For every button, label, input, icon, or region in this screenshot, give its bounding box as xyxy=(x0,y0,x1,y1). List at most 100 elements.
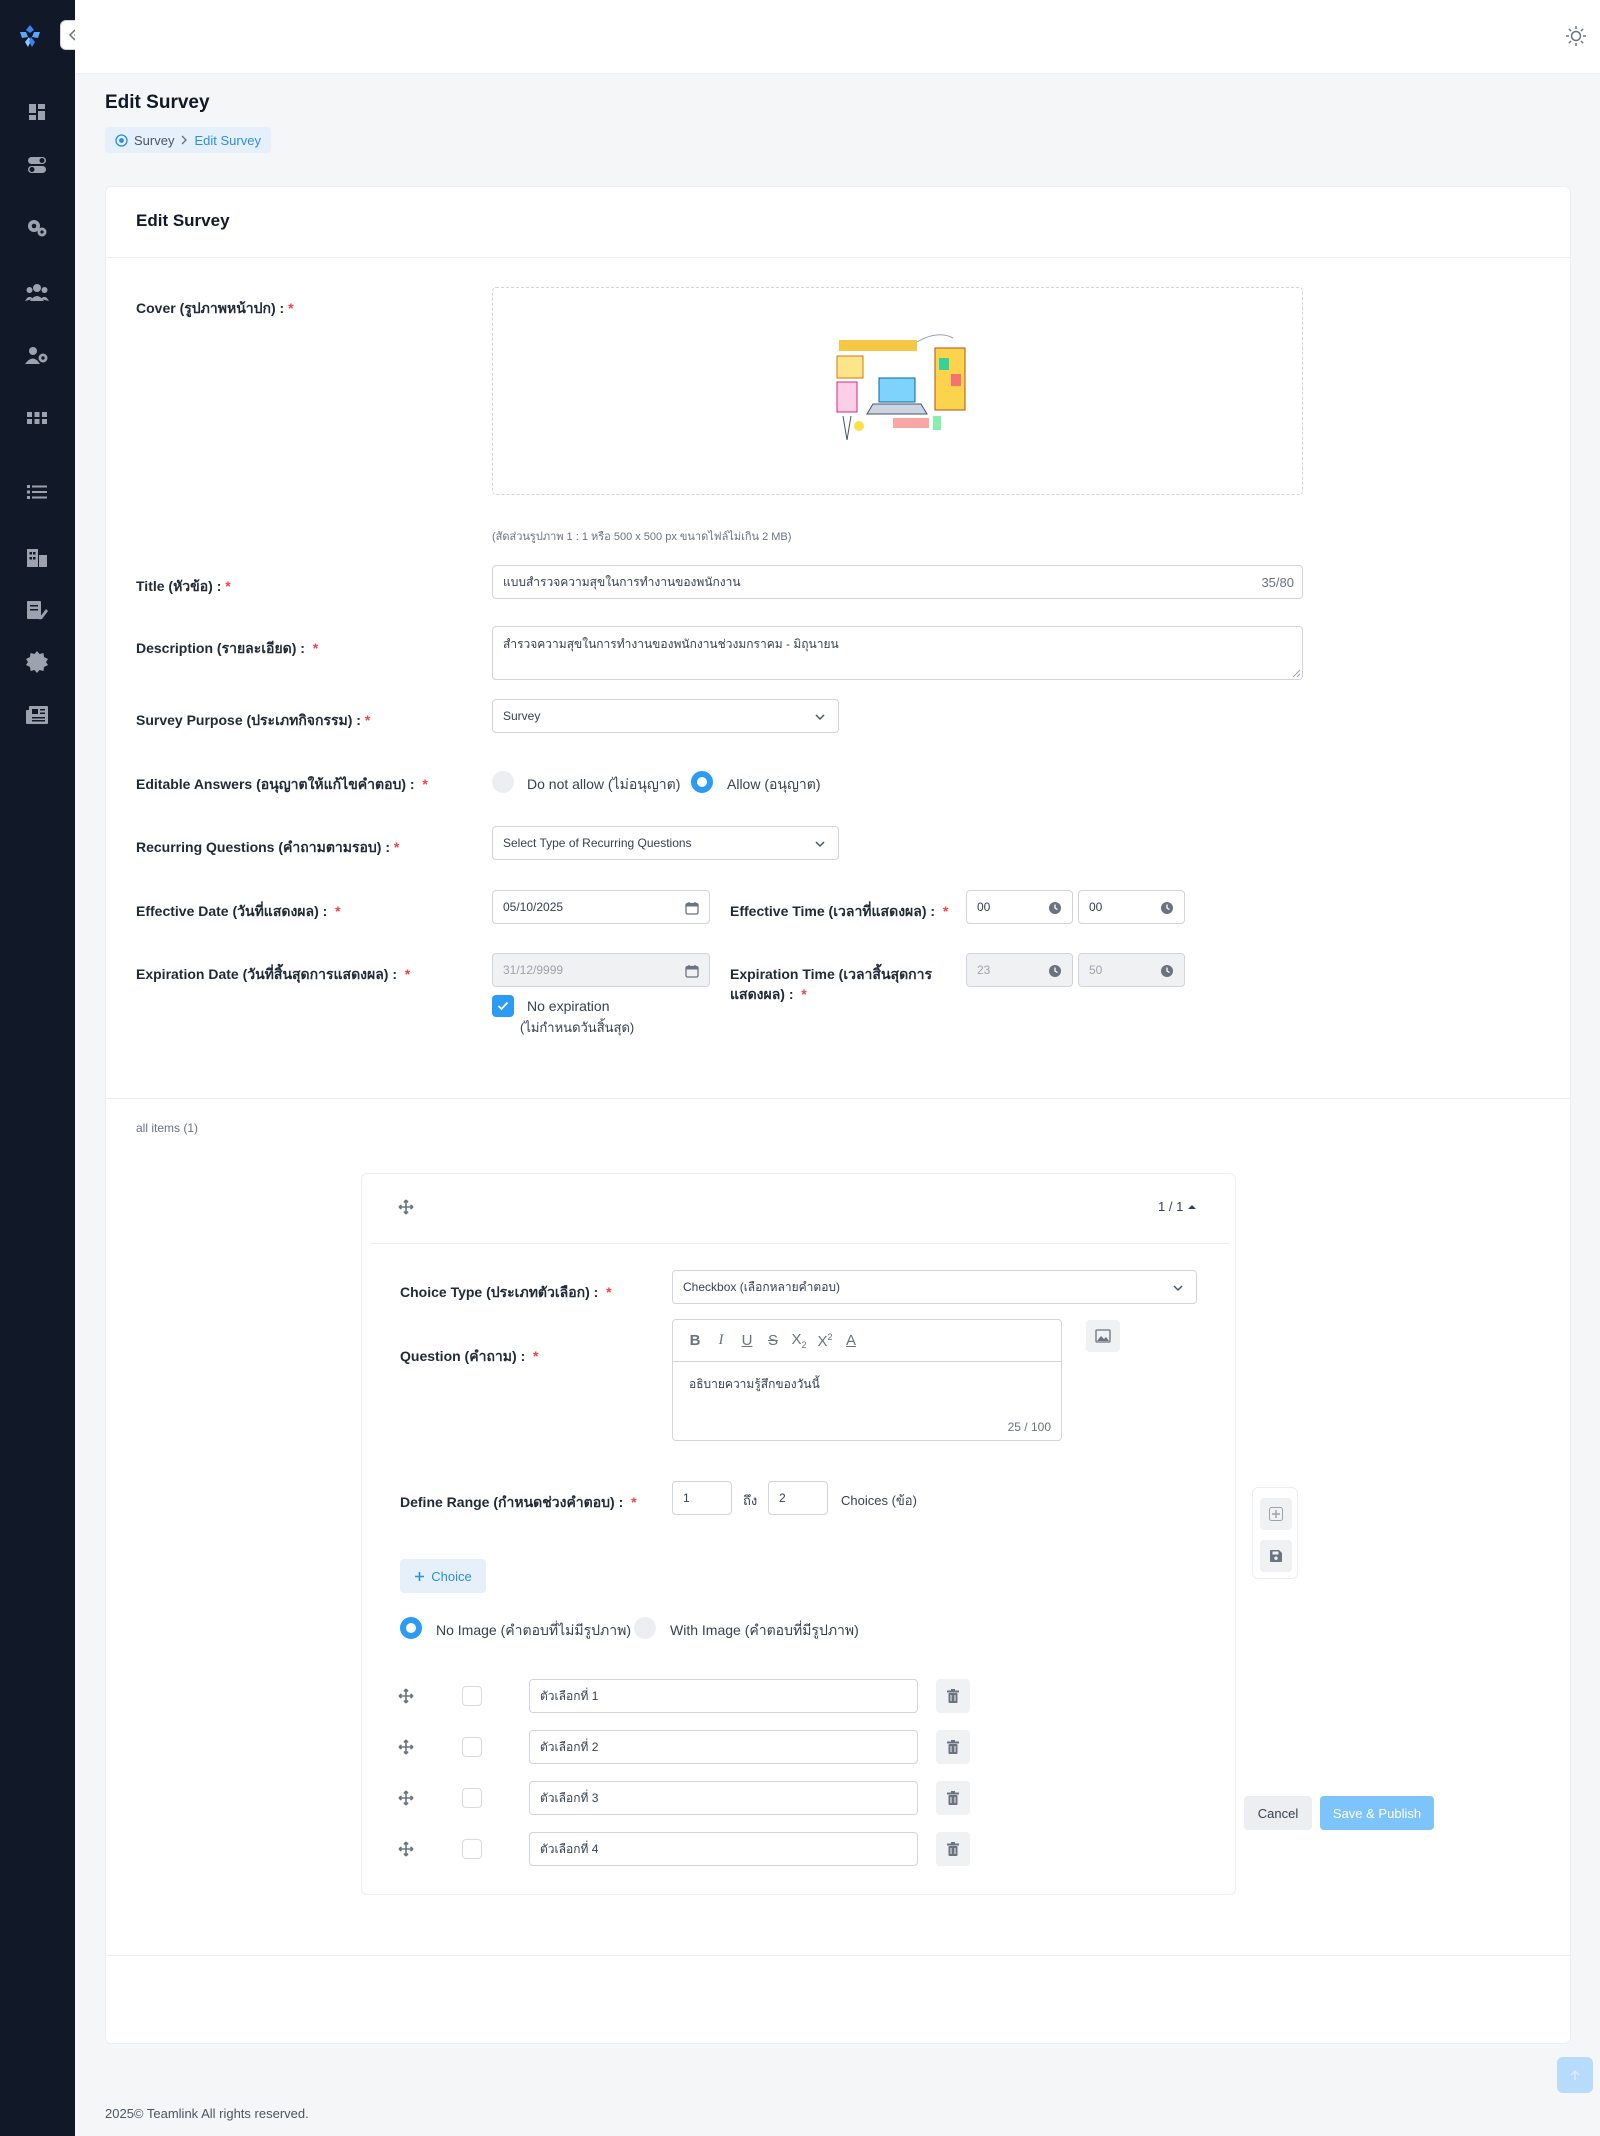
choice-checkbox[interactable] xyxy=(462,1788,482,1808)
effective-time-label: Effective Time (เวลาที่แสดงผล) : * xyxy=(730,903,949,919)
add-question-button[interactable] xyxy=(1260,1498,1292,1530)
title-input[interactable]: แบบสำรวจความสุขในการทำงานของพนักงาน 35/8… xyxy=(492,565,1303,599)
settings-icon[interactable] xyxy=(25,216,49,240)
choice-input[interactable]: ตัวเลือกที่ 2 xyxy=(529,1730,918,1764)
list-icon[interactable] xyxy=(25,480,49,504)
page-title: Edit Survey xyxy=(105,92,210,113)
question-card: 1 / 1 Choice Type (ประเภทตัวเลือก) : * C… xyxy=(361,1173,1236,1895)
cover-label: Cover (รูปภาพหน้าปก) : * xyxy=(136,300,294,316)
choice-type-select[interactable]: Checkbox (เลือกหลายคำตอบ) xyxy=(672,1270,1197,1304)
drag-handle-icon[interactable] xyxy=(398,1199,414,1215)
insert-image-button[interactable] xyxy=(1086,1320,1120,1352)
choice-drag-handle-icon[interactable] xyxy=(398,1739,414,1755)
underline-icon[interactable]: U xyxy=(739,1332,755,1349)
card-header: Edit Survey xyxy=(106,187,1570,258)
choice-drag-handle-icon[interactable] xyxy=(398,1841,414,1857)
radio-no-image[interactable] xyxy=(400,1617,422,1639)
radio-no-image-label[interactable]: No Image (คำตอบที่ไม่มีรูปภาพ) xyxy=(436,1620,631,1642)
badge-icon[interactable] xyxy=(25,650,49,674)
effective-date-label: Effective Date (วันที่แสดงผล) : * xyxy=(136,903,341,919)
save-publish-button[interactable]: Save & Publish xyxy=(1320,1796,1434,1830)
purpose-select[interactable]: Survey xyxy=(492,699,839,733)
choice-input[interactable]: ตัวเลือกที่ 4 xyxy=(529,1832,918,1866)
radio-with-image-label[interactable]: With Image (คำตอบที่มีรูปภาพ) xyxy=(670,1620,859,1642)
image-icon xyxy=(1095,1329,1111,1343)
italic-icon[interactable]: I xyxy=(713,1332,729,1349)
editable-answers-label: Editable Answers (อนุญาตให้แก้ไขคำตอบ) :… xyxy=(136,776,428,792)
question-pager: 1 / 1 xyxy=(1158,1199,1197,1214)
calendar-icon[interactable] xyxy=(685,901,699,915)
question-text: อธิบายความรู้สึกของวันนี้ xyxy=(689,1377,820,1391)
plus-icon xyxy=(415,1571,425,1581)
choice-type-label: Choice Type (ประเภทตัวเลือก) : * xyxy=(400,1284,612,1300)
chevron-up-icon[interactable] xyxy=(1187,1203,1197,1211)
save-question-button[interactable] xyxy=(1260,1540,1292,1572)
scroll-to-top-button[interactable] xyxy=(1557,2057,1593,2093)
save-icon xyxy=(1270,1550,1282,1562)
choice-input-value: ตัวเลือกที่ 2 xyxy=(540,1739,599,1754)
choice-input-value: ตัวเลือกที่ 4 xyxy=(540,1841,599,1856)
choice-drag-handle-icon[interactable] xyxy=(398,1688,414,1704)
app-logo-icon[interactable] xyxy=(16,22,44,50)
radio-allow-label[interactable]: Allow (อนุญาต) xyxy=(727,774,821,796)
choice-drag-handle-icon[interactable] xyxy=(398,1790,414,1806)
description-label: Description (รายละเอียด) : * xyxy=(136,640,319,656)
question-counter: 25 / 100 xyxy=(1007,1420,1051,1434)
choice-checkbox[interactable] xyxy=(462,1839,482,1859)
choice-input[interactable]: ตัวเลือกที่ 1 xyxy=(529,1679,918,1713)
sun-icon[interactable] xyxy=(1565,25,1587,47)
users-icon[interactable] xyxy=(25,280,49,304)
user-group-settings-icon[interactable] xyxy=(25,343,49,367)
delete-choice-button[interactable] xyxy=(936,1730,970,1764)
superscript-icon[interactable]: X2 xyxy=(817,1332,833,1350)
radio-with-image[interactable] xyxy=(634,1617,656,1639)
radio-do-not-allow-label[interactable]: Do not allow (ไม่อนุญาต) xyxy=(527,774,680,796)
trash-icon xyxy=(947,1740,959,1754)
question-pager-text: 1 / 1 xyxy=(1158,1199,1184,1214)
choice-checkbox[interactable] xyxy=(462,1737,482,1757)
chevron-down-icon xyxy=(815,841,825,848)
delete-choice-button[interactable] xyxy=(936,1781,970,1815)
recurring-select[interactable]: Select Type of Recurring Questions xyxy=(492,826,839,860)
delete-choice-button[interactable] xyxy=(936,1832,970,1866)
description-textarea[interactable]: สำรวจความสุขในการทำงานของพนักงานช่วงมกรา… xyxy=(492,626,1303,680)
document-edit-icon[interactable] xyxy=(25,598,49,622)
resize-handle-icon[interactable] xyxy=(1292,669,1300,677)
dashboard-icon[interactable] xyxy=(25,100,49,124)
subscript-icon[interactable]: X2 xyxy=(791,1331,807,1350)
target-icon xyxy=(115,133,128,147)
expiration-time-minute-value: 50 xyxy=(1089,963,1103,977)
question-editor[interactable]: B I U S X2 X2 A อธิบายความรู้สึกของวันนี… xyxy=(672,1319,1062,1441)
effective-time-minute[interactable]: 00 xyxy=(1078,890,1185,924)
effective-time-hour[interactable]: 00 xyxy=(966,890,1073,924)
cancel-button[interactable]: Cancel xyxy=(1244,1796,1312,1830)
choice-input[interactable]: ตัวเลือกที่ 3 xyxy=(529,1781,918,1815)
range-from-input[interactable]: 1 xyxy=(672,1481,732,1515)
delete-choice-button[interactable] xyxy=(936,1679,970,1713)
apps-grid-icon[interactable] xyxy=(25,406,49,430)
add-choice-button[interactable]: Choice xyxy=(400,1559,486,1593)
recurring-select-placeholder: Select Type of Recurring Questions xyxy=(503,836,692,850)
building-icon[interactable] xyxy=(25,545,49,569)
strikethrough-icon[interactable]: S xyxy=(765,1332,781,1349)
expiration-date-value: 31/12/9999 xyxy=(503,963,564,977)
range-to-input[interactable]: 2 xyxy=(768,1481,828,1515)
no-expiration-checkbox[interactable] xyxy=(492,995,514,1017)
plus-square-icon xyxy=(1269,1507,1283,1521)
sidebar xyxy=(0,0,75,2136)
toggle-icon[interactable] xyxy=(25,153,49,177)
newspaper-icon[interactable] xyxy=(25,703,49,727)
choice-checkbox[interactable] xyxy=(462,1686,482,1706)
text-color-icon[interactable]: A xyxy=(843,1332,859,1349)
expiration-time-minute: 50 xyxy=(1078,953,1185,987)
expiration-time-hour: 23 xyxy=(966,953,1073,987)
trash-icon xyxy=(947,1689,959,1703)
breadcrumb-item-survey[interactable]: Survey xyxy=(134,133,174,148)
effective-date-input[interactable]: 05/10/2025 xyxy=(492,890,710,924)
no-expiration-label[interactable]: No expiration xyxy=(527,998,610,1014)
chevron-down-icon xyxy=(815,714,825,721)
radio-do-not-allow[interactable] xyxy=(492,771,514,793)
bold-icon[interactable]: B xyxy=(687,1332,703,1349)
cover-dropzone[interactable] xyxy=(492,287,1303,495)
radio-allow[interactable] xyxy=(691,771,713,793)
